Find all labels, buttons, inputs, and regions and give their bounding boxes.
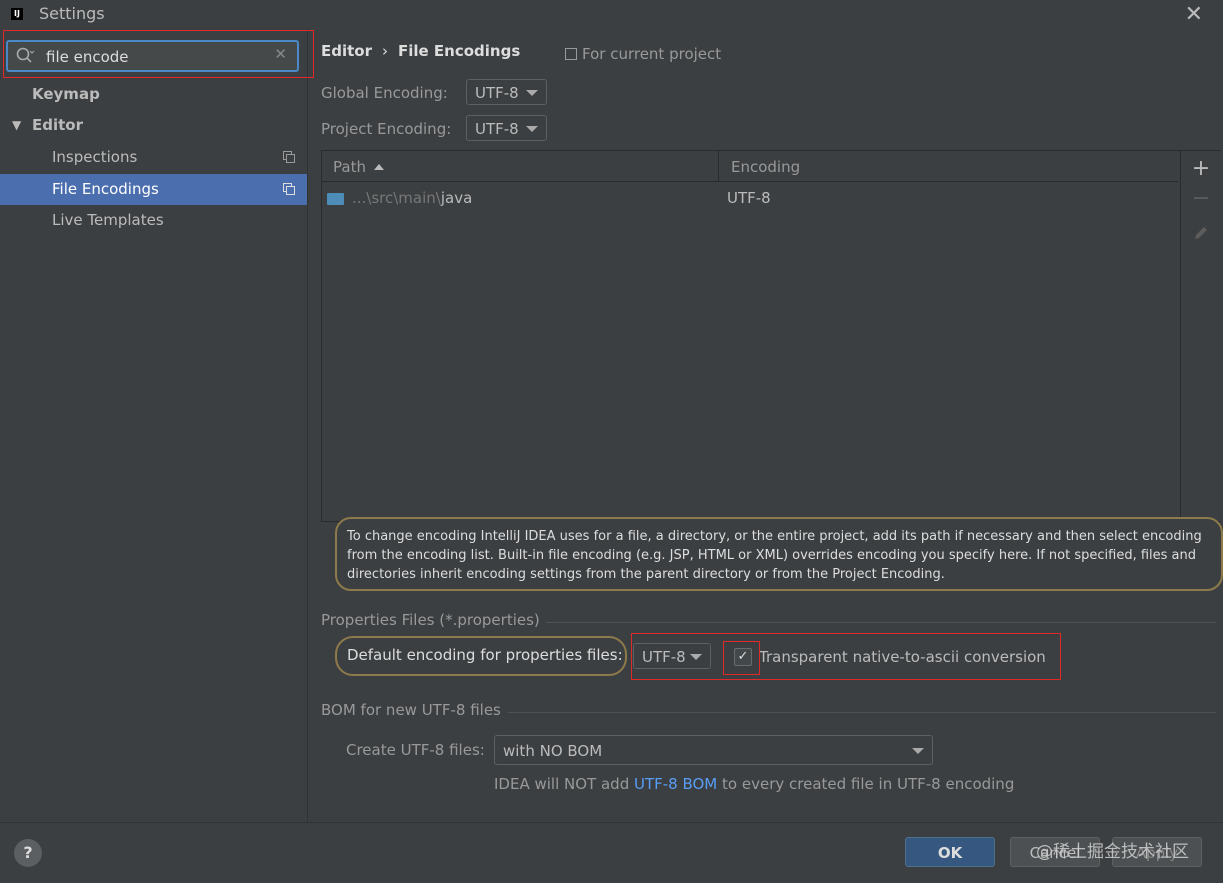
table-header: Path Encoding <box>322 151 1178 182</box>
watermark: @稀土掘金技术社区 <box>1036 842 1189 862</box>
ok-button[interactable]: OK <box>905 837 995 867</box>
bom-note-suffix: to every created file in UTF-8 encoding <box>717 775 1015 793</box>
project-scope-icon <box>283 151 295 163</box>
intellij-idea-icon: IJ <box>8 5 26 23</box>
dialog-button-bar: ? OK Cancel Apply @稀土掘金技术社区 <box>0 822 1223 883</box>
help-button[interactable]: ? <box>14 839 42 867</box>
properties-section-title: Properties Files (*.properties) <box>321 611 540 629</box>
sidebar-item-label: Inspections <box>52 148 138 166</box>
settings-content: Editor › File Encodings For current projec… <box>308 28 1223 822</box>
section-divider <box>508 712 1216 713</box>
row-path: ...\src\main\java <box>352 189 473 207</box>
sidebar-item-label: File Encodings <box>52 180 159 198</box>
title-bar: IJ Settings ✕ <box>0 0 1223 28</box>
create-utf8-select[interactable]: with NO BOM <box>494 735 933 765</box>
create-utf8-value: with NO BOM <box>503 742 603 760</box>
section-divider <box>546 622 1216 623</box>
sidebar-item-inspections[interactable]: Inspections <box>0 142 307 173</box>
search-highlight-box <box>3 30 314 78</box>
properties-default-label-highlight: Default encoding for properties files: <box>335 636 627 676</box>
column-divider[interactable] <box>718 151 719 181</box>
properties-default-label: Default encoding for properties files: <box>347 646 623 664</box>
global-encoding-label: Global Encoding: <box>321 84 448 102</box>
expand-triangle-icon[interactable]: ▼ <box>12 110 21 141</box>
bom-note: IDEA will NOT add UTF-8 BOM to every cre… <box>494 775 1014 793</box>
scope-note: For current project <box>565 45 721 63</box>
column-header-path[interactable]: Path <box>333 151 384 181</box>
row-encoding[interactable]: UTF-8 <box>727 183 771 213</box>
sidebar-item-live-templates[interactable]: Live Templates <box>0 205 307 236</box>
sidebar-item-editor[interactable]: ▼ Editor <box>0 110 307 141</box>
edit-pencil-icon[interactable] <box>1191 223 1211 243</box>
remove-icon[interactable]: − <box>1191 188 1211 210</box>
project-scope-icon <box>283 183 295 195</box>
encoding-info-panel: To change encoding IntelliJ IDEA uses fo… <box>335 517 1223 591</box>
breadcrumb-current: File Encodings <box>398 42 521 60</box>
settings-sidebar: ✕ Keymap ▼ Editor Inspections File Encod… <box>0 28 308 822</box>
global-encoding-value: UTF-8 <box>475 84 519 102</box>
folder-icon <box>327 193 344 205</box>
add-icon[interactable]: + <box>1191 158 1211 180</box>
path-encoding-table: Path Encoding ...\src\main\java UTF-8 <box>321 150 1181 522</box>
create-utf8-label: Create UTF-8 files: <box>346 741 485 759</box>
dropdown-arrow-icon <box>526 126 538 132</box>
encoding-info-text: To change encoding IntelliJ IDEA uses fo… <box>347 529 1202 582</box>
dropdown-arrow-icon <box>912 748 924 754</box>
table-row[interactable]: ...\src\main\java UTF-8 <box>322 183 1178 213</box>
checkbox-highlight-box <box>723 641 760 675</box>
breadcrumb-parent[interactable]: Editor <box>321 42 372 60</box>
table-toolbar: + − <box>1180 150 1221 522</box>
close-icon[interactable]: ✕ <box>1185 2 1203 27</box>
scope-label: For current project <box>582 45 722 63</box>
breadcrumb: Editor › File Encodings <box>321 42 520 60</box>
bom-note-prefix: IDEA will NOT add <box>494 775 634 793</box>
column-header-encoding[interactable]: Encoding <box>731 151 800 181</box>
bom-section-title: BOM for new UTF-8 files <box>321 701 501 719</box>
project-encoding-label: Project Encoding: <box>321 120 452 138</box>
sort-ascending-icon <box>373 164 384 170</box>
global-encoding-select[interactable]: UTF-8 <box>466 79 547 105</box>
utf8-bom-link[interactable]: UTF-8 BOM <box>634 775 717 793</box>
properties-highlight-box <box>631 633 1061 680</box>
sidebar-item-file-encodings[interactable]: File Encodings <box>0 174 307 205</box>
sidebar-item-keymap[interactable]: Keymap <box>0 79 307 110</box>
project-encoding-select[interactable]: UTF-8 <box>466 115 547 141</box>
project-scope-icon <box>565 48 577 60</box>
dropdown-arrow-icon <box>526 90 538 96</box>
project-encoding-value: UTF-8 <box>475 120 519 138</box>
breadcrumb-separator: › <box>382 42 388 60</box>
sidebar-item-label: Editor <box>32 116 83 134</box>
window-title: Settings <box>39 4 105 23</box>
sidebar-item-label: Keymap <box>32 85 100 103</box>
sidebar-item-label: Live Templates <box>52 211 164 229</box>
